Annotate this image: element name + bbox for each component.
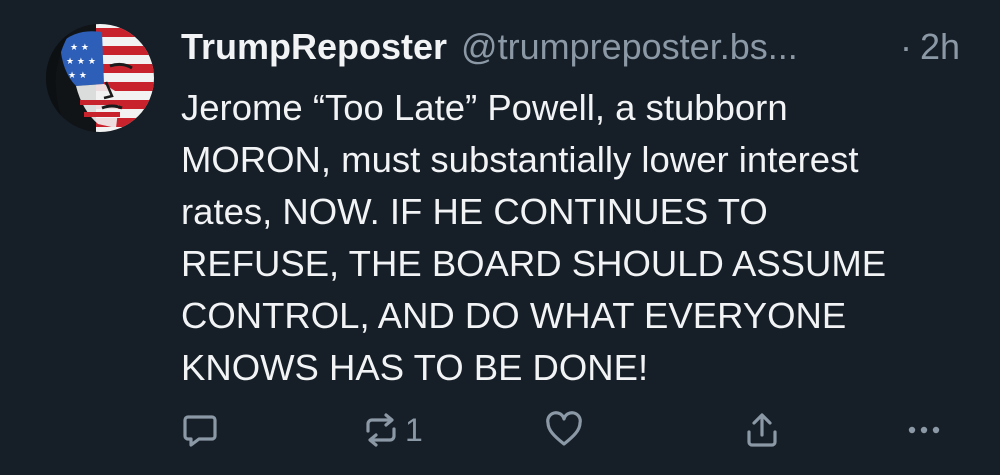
like-button[interactable] [544, 408, 584, 452]
svg-text:★ ★: ★ ★ [68, 71, 87, 81]
more-icon [908, 426, 940, 434]
repost-button[interactable]: 1 [361, 408, 423, 452]
reply-button[interactable] [180, 408, 220, 452]
share-button[interactable] [742, 408, 782, 452]
share-icon [747, 413, 777, 447]
post-text: Jerome “Too Late” Powell, a stubborn MOR… [181, 82, 971, 394]
more-button[interactable] [904, 408, 944, 452]
post-text-line: Jerome “Too Late” Powell, a stubborn [181, 87, 788, 128]
post-actions: 1 [0, 400, 1000, 460]
post-text-line: MORON, must substantially lower interest [181, 139, 859, 180]
post-text-line: rates, NOW. IF HE CONTINUES TO [181, 191, 768, 232]
user-handle[interactable]: @trumpreposter.bs... [461, 25, 798, 69]
post[interactable]: ★ ★ ★ ★ ★ ★ ★ TrumpReposter @trumprepost… [0, 0, 1000, 475]
repost-count: 1 [405, 411, 423, 448]
post-text-line: KNOWS HAS TO BE DONE! [181, 347, 649, 388]
post-text-line: REFUSE, THE BOARD SHOULD ASSUME [181, 243, 887, 284]
reply-icon [183, 415, 217, 447]
repost-icon [366, 413, 396, 447]
heart-icon [546, 411, 582, 446]
avatar[interactable]: ★ ★ ★ ★ ★ ★ ★ [46, 24, 154, 132]
svg-text:★ ★ ★: ★ ★ ★ [66, 57, 96, 67]
post-header: TrumpReposter @trumpreposter.bs... [181, 25, 798, 69]
flag-face-avatar-icon: ★ ★ ★ ★ ★ ★ ★ [46, 24, 154, 132]
display-name[interactable]: TrumpReposter [181, 25, 447, 69]
timestamp-separator: · [899, 26, 912, 67]
svg-text:★ ★: ★ ★ [70, 43, 89, 53]
timestamp-value: 2h [919, 26, 960, 67]
post-timestamp[interactable]: · 2h [900, 25, 960, 69]
post-text-line: CONTROL, AND DO WHAT EVERYONE [181, 295, 847, 336]
